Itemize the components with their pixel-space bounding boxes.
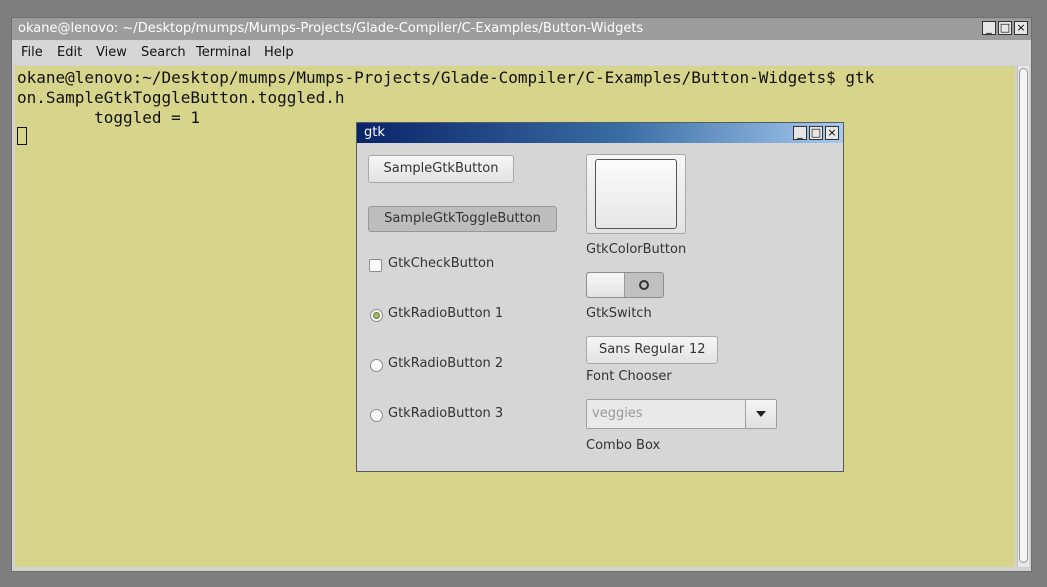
menu-view[interactable]: View — [96, 41, 127, 65]
color-swatch — [595, 159, 677, 229]
radio-button-2[interactable] — [370, 359, 383, 372]
menubar: File Edit View Search Terminal Help — [12, 41, 1031, 65]
menu-file[interactable]: File — [21, 41, 43, 65]
radio-button-1-label[interactable]: GtkRadioButton 1 — [388, 306, 503, 321]
radio-button-3-label[interactable]: GtkRadioButton 3 — [388, 406, 503, 421]
terminal-title: okane@lenovo: ~/Desktop/mumps/Mumps-Proj… — [18, 21, 644, 36]
gtk-window-title: gtk — [364, 125, 385, 140]
maximize-button[interactable]: □ — [809, 126, 823, 140]
terminal-scrollbar[interactable] — [1017, 66, 1029, 567]
close-button[interactable]: × — [825, 126, 839, 140]
radio-button-2-label[interactable]: GtkRadioButton 2 — [388, 356, 503, 371]
scrollbar-thumb[interactable] — [1019, 68, 1028, 563]
terminal-line: toggled = 1 — [17, 108, 201, 127]
dropdown-arrow-icon[interactable] — [745, 400, 776, 428]
sample-gtk-button[interactable]: SampleGtkButton — [368, 155, 514, 183]
menu-help[interactable]: Help — [264, 41, 294, 65]
font-size: 12 — [689, 342, 706, 357]
terminal-cursor — [17, 127, 27, 145]
terminal-window-controls: _ □ × — [982, 21, 1028, 35]
font-button[interactable]: Sans Regular 12 — [586, 336, 718, 364]
menu-edit[interactable]: Edit — [57, 41, 82, 65]
terminal-line: on.SampleGtkToggleButton.toggled.h — [17, 88, 345, 107]
combo-entry[interactable]: veggies — [587, 400, 745, 428]
check-button-box[interactable] — [369, 259, 382, 272]
radio-button-1[interactable] — [370, 309, 383, 322]
gtk-titlebar[interactable]: gtk _ □ × — [357, 123, 843, 143]
terminal-line: okane@lenovo:~/Desktop/mumps/Mumps-Proje… — [17, 68, 875, 87]
color-button-label: GtkColorButton — [586, 242, 687, 257]
color-button[interactable] — [586, 154, 686, 234]
check-button-label[interactable]: GtkCheckButton — [388, 256, 494, 271]
gtk-switch[interactable] — [586, 272, 664, 298]
menu-terminal[interactable]: Terminal — [196, 41, 251, 65]
switch-label: GtkSwitch — [586, 306, 652, 321]
maximize-button[interactable]: □ — [998, 21, 1012, 35]
menu-search[interactable]: Search — [141, 41, 186, 65]
radio-button-3[interactable] — [370, 409, 383, 422]
close-button[interactable]: × — [1014, 21, 1028, 35]
font-chooser-label: Font Chooser — [586, 369, 672, 384]
gtk-window: gtk _ □ × SampleGtkButton SampleGtkToggl… — [356, 122, 844, 472]
sample-gtk-toggle-button[interactable]: SampleGtkToggleButton — [368, 206, 557, 232]
terminal-titlebar[interactable]: okane@lenovo: ~/Desktop/mumps/Mumps-Proj… — [12, 18, 1031, 40]
switch-knob — [587, 273, 625, 297]
gtk-window-controls: _ □ × — [793, 126, 839, 140]
minimize-button[interactable]: _ — [982, 21, 996, 35]
font-name: Sans Regular — [599, 342, 685, 357]
combo-box-label: Combo Box — [586, 438, 661, 453]
switch-off-icon — [639, 280, 649, 290]
combo-box[interactable]: veggies — [586, 399, 777, 429]
minimize-button[interactable]: _ — [793, 126, 807, 140]
